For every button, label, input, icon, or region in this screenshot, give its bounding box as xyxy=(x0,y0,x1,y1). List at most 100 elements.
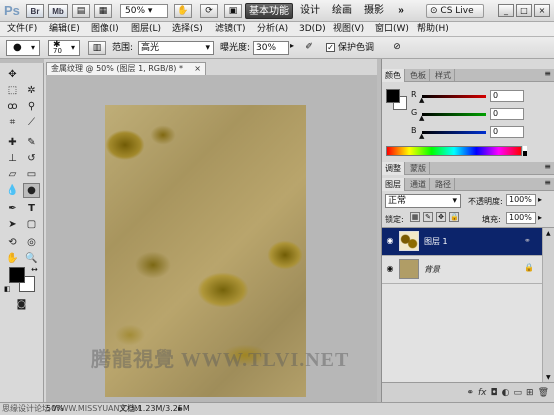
tab-masks[interactable]: 蒙版 xyxy=(407,162,430,175)
history-brush-tool-icon[interactable]: ↺ xyxy=(23,151,40,166)
layer-row-layer-1[interactable]: ◉ 图层 1 ⚭ xyxy=(382,228,542,256)
tab-channels[interactable]: 通道 xyxy=(407,178,430,191)
channel-g-thumb-icon[interactable]: ▲ xyxy=(419,114,424,122)
layer-row-background[interactable]: ◉ 背景 🔒 xyxy=(382,256,542,284)
tab-swatches[interactable]: 色板 xyxy=(407,69,430,82)
menu-help[interactable]: 帮助(H) xyxy=(414,23,452,36)
chevron-right-icon[interactable]: ▸ xyxy=(290,41,294,50)
black-swatch[interactable] xyxy=(523,151,527,156)
trash-icon[interactable]: 🗑 xyxy=(538,388,549,398)
workspace-photography-button[interactable]: 摄影 xyxy=(361,3,387,19)
menu-edit[interactable]: 编辑(E) xyxy=(46,23,83,36)
shape-tool-icon[interactable]: ▢ xyxy=(23,217,40,232)
menu-view[interactable]: 视图(V) xyxy=(330,23,367,36)
airbrush-icon[interactable]: ✐ xyxy=(300,41,318,55)
burn-tool-icon[interactable]: ● xyxy=(23,183,40,198)
range-select[interactable]: 高光 ▾ xyxy=(138,41,214,55)
rotate-view-icon[interactable]: ⟳ xyxy=(200,4,218,18)
panel-menu-icon[interactable]: ≡ xyxy=(544,162,551,171)
chevron-right-icon[interactable]: ▸ xyxy=(538,213,542,222)
mini-bridge-button[interactable]: Mb xyxy=(48,4,68,18)
menu-image[interactable]: 图像(I) xyxy=(88,23,122,36)
clone-stamp-tool-icon[interactable]: ⊥ xyxy=(4,151,21,166)
channel-b-slider[interactable] xyxy=(422,131,486,134)
tab-layers[interactable]: 图层 xyxy=(382,178,405,191)
lock-pixels-icon[interactable]: ✎ xyxy=(423,212,433,222)
brush-panel-toggle-icon[interactable]: ▥ xyxy=(88,41,106,55)
path-selection-tool-icon[interactable]: ➤ xyxy=(4,217,21,232)
channel-b-thumb-icon[interactable]: ▲ xyxy=(419,132,424,140)
channel-r-slider[interactable] xyxy=(422,95,486,98)
link-layers-icon[interactable]: ⚭ xyxy=(466,388,474,398)
quick-mask-icon[interactable]: ◙ xyxy=(13,297,30,312)
color-panel-foreground-swatch[interactable] xyxy=(386,89,400,103)
tab-color[interactable]: 颜色 xyxy=(382,69,405,82)
canvas-area[interactable]: 腾龍視覺 WWW.TLVI.NET xyxy=(46,75,377,402)
blend-mode-select[interactable]: 正常 ▾ xyxy=(385,194,461,208)
new-group-icon[interactable]: ▭ xyxy=(514,388,523,398)
chevron-up-icon[interactable]: ▲ xyxy=(546,230,551,237)
zoom-level-select[interactable]: 50% ▾ xyxy=(120,4,168,18)
bridge-button[interactable]: Br xyxy=(26,4,44,18)
layer-list-scrollbar[interactable]: ▲ ▼ xyxy=(542,228,554,383)
pen-tool-icon[interactable]: ✒ xyxy=(4,201,21,216)
move-tool-icon[interactable]: ✥ xyxy=(4,67,21,82)
layer-mask-icon[interactable]: ◘ xyxy=(491,388,498,398)
layer-name[interactable]: 图层 1 xyxy=(424,236,448,247)
swap-colors-icon[interactable]: ↔ xyxy=(31,265,38,274)
more-workspaces-button[interactable]: » xyxy=(393,3,409,19)
tablet-pressure-icon[interactable]: ⊘ xyxy=(388,41,406,55)
workspace-painting-button[interactable]: 绘画 xyxy=(329,3,355,19)
layer-name[interactable]: 背景 xyxy=(424,264,440,275)
menu-filter[interactable]: 滤镜(T) xyxy=(212,23,249,36)
fill-input[interactable]: 100% xyxy=(506,212,536,224)
status-menu-arrow-icon[interactable]: ▸ xyxy=(178,403,182,415)
hand-tool-icon[interactable]: ✋ xyxy=(174,4,192,18)
view-extras-button[interactable]: ▤ xyxy=(72,4,90,18)
panel-menu-icon[interactable]: ≡ xyxy=(544,69,551,78)
tool-preset-picker[interactable]: ● ▾ xyxy=(6,40,40,56)
tab-paths[interactable]: 路径 xyxy=(432,178,455,191)
hand-tool-icon[interactable]: ✋ xyxy=(4,251,21,266)
gradient-tool-icon[interactable]: ▭ xyxy=(23,167,40,182)
default-colors-icon[interactable]: ◧ xyxy=(4,285,11,293)
menu-analysis[interactable]: 分析(A) xyxy=(254,23,291,36)
type-tool-icon[interactable]: T xyxy=(23,201,40,216)
magic-wand-tool-icon[interactable]: ✲ xyxy=(23,83,40,98)
3d-orbit-tool-icon[interactable]: ◎ xyxy=(23,235,40,250)
brush-tool-icon[interactable]: ✎ xyxy=(23,135,40,150)
workspace-essentials-button[interactable]: 基本功能 xyxy=(245,3,293,19)
protect-tones-checkbox[interactable]: ✓ xyxy=(326,43,335,52)
exposure-input[interactable]: 30% xyxy=(253,41,289,55)
opacity-input[interactable]: 100% xyxy=(506,194,536,206)
lock-position-icon[interactable]: ✥ xyxy=(436,212,446,222)
workspace-design-button[interactable]: 设计 xyxy=(297,3,323,19)
menu-3d[interactable]: 3D(D) xyxy=(296,23,329,36)
menu-select[interactable]: 选择(S) xyxy=(169,23,206,36)
eyedropper-tool-icon[interactable]: ⟋ xyxy=(23,115,40,130)
foreground-color-swatch[interactable] xyxy=(9,267,25,283)
menu-layer[interactable]: 图层(L) xyxy=(128,23,164,36)
channel-b-value[interactable]: 0 xyxy=(490,126,524,138)
eraser-tool-icon[interactable]: ▱ xyxy=(4,167,21,182)
cs-live-button[interactable]: ⊙ CS Live xyxy=(426,4,484,18)
lock-transparent-icon[interactable]: ▦ xyxy=(410,212,420,222)
arrange-documents-icon[interactable]: ▣ xyxy=(224,4,242,18)
tab-adjustments[interactable]: 调整 xyxy=(382,162,405,175)
chevron-right-icon[interactable]: ▸ xyxy=(538,195,542,204)
document-tab[interactable]: 金属纹理 @ 50% (图层 1, RGB/8) * × xyxy=(46,62,206,75)
tab-styles[interactable]: 样式 xyxy=(432,69,455,82)
close-icon[interactable]: × xyxy=(194,63,201,75)
panel-menu-icon[interactable]: ≡ xyxy=(544,178,551,187)
chevron-down-icon[interactable]: ▼ xyxy=(546,374,551,381)
menu-window[interactable]: 窗口(W) xyxy=(372,23,412,36)
marquee-tool-icon[interactable]: ⬚ xyxy=(4,83,21,98)
lasso-tool-icon[interactable]: ꝏ xyxy=(4,99,21,114)
minimize-button[interactable]: _ xyxy=(498,4,514,17)
eye-icon[interactable]: ◉ xyxy=(385,237,395,245)
channel-g-slider[interactable] xyxy=(422,113,486,116)
status-zoom[interactable]: 50% xyxy=(46,403,64,415)
color-spectrum-ramp[interactable] xyxy=(386,146,522,156)
new-layer-icon[interactable]: ⊞ xyxy=(526,388,534,398)
crop-tool-icon[interactable]: ⌗ xyxy=(4,115,21,130)
